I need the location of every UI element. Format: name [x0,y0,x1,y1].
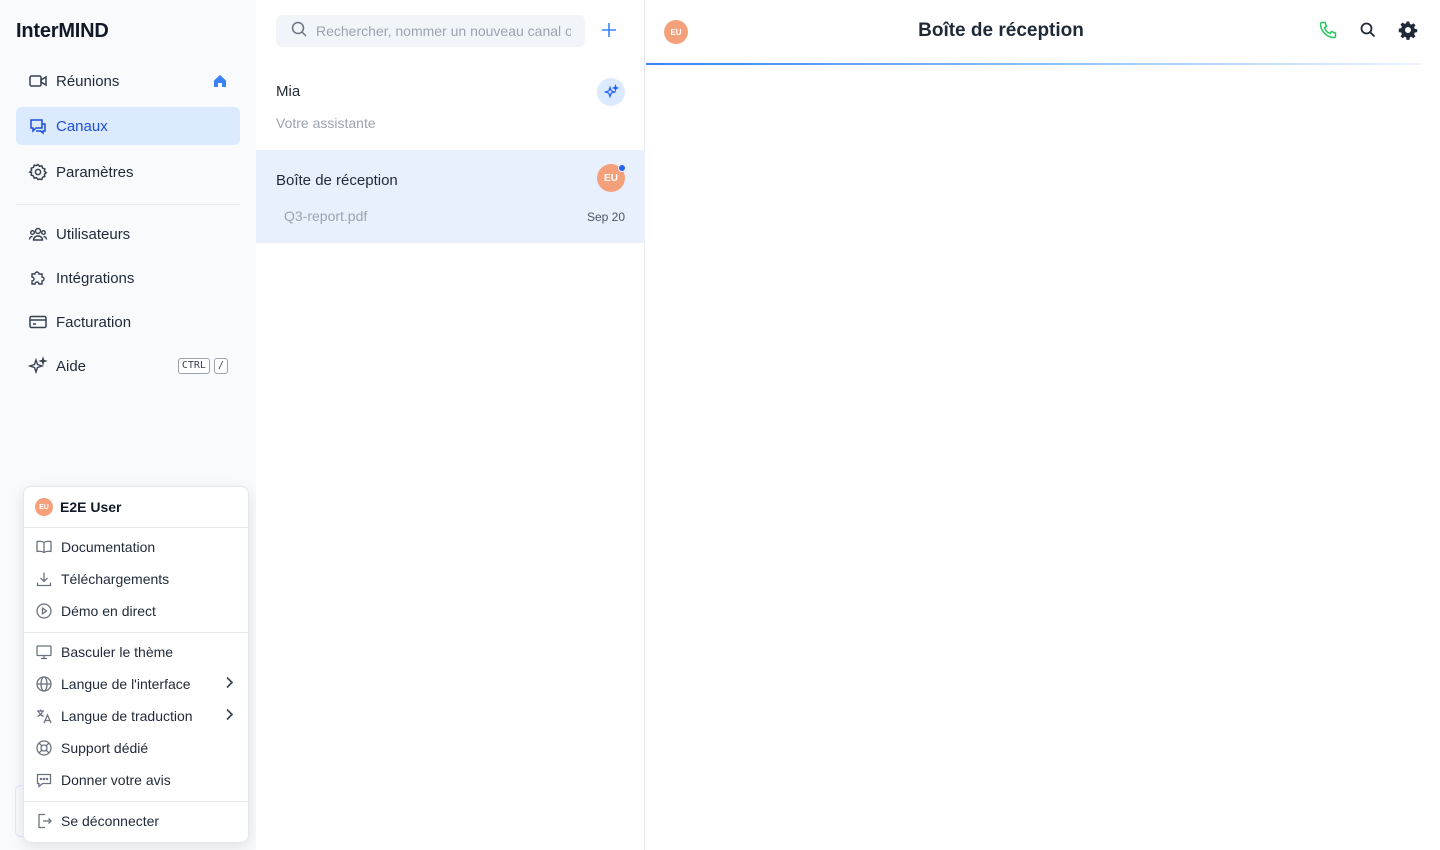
sidebar-item-label: Intégrations [56,269,135,287]
search-icon [290,20,308,43]
play-circle-icon [35,602,53,620]
menu-separator [24,801,248,802]
sidebar-item-label: Utilisateurs [56,225,131,243]
channel-title: Boîte de réception [276,172,398,189]
logout-icon [35,812,53,830]
phone-icon [1318,20,1338,45]
user-name: E2E User [60,499,122,515]
menu-item-label: Documentation [61,539,156,555]
menu-item-translation-language[interactable]: Langue de traduction [24,700,248,732]
loading-bar [646,63,1421,65]
download-icon [35,570,53,588]
book-icon [35,538,53,556]
sidebar-item-label: Réunions [56,72,120,90]
globe-icon [35,675,53,693]
channel-title: Mia [276,83,301,100]
user-menu-header: EU E2E User [24,487,248,528]
channel-item-inbox[interactable]: Boîte de réception Q3-report.pdf Sep 20 … [256,150,645,243]
credit-card-icon [28,312,48,332]
sidebar-item-settings[interactable]: Paramètres [16,153,240,191]
menu-item-label: Téléchargements [61,571,170,587]
menu-item-label: Donner votre avis [61,772,171,788]
sidebar-item-label: Paramètres [56,163,134,181]
gear-icon [28,162,48,182]
video-icon [28,71,48,91]
lifebuoy-icon [35,739,53,757]
users-icon [28,224,48,244]
channel-subtitle: Votre assistante [276,115,376,131]
sidebar-item-help[interactable]: Aide CTRL / [16,347,240,385]
page-title: Boîte de réception [918,20,1084,41]
sidebar-item-label: Facturation [56,313,132,331]
call-button[interactable] [1316,20,1340,44]
monitor-icon [35,643,53,661]
menu-item-label: Langue de traduction [61,708,193,724]
search-messages-button[interactable] [1356,20,1380,44]
sidebar-item-label: Canaux [56,117,108,135]
channel-date: Sep 20 [586,210,625,224]
keyboard-shortcut: CTRL / [177,358,228,374]
conversation-panel: EU Boîte de réception [646,0,1440,850]
sidebar-item-billing[interactable]: Facturation [16,303,240,341]
menu-item-label: Langue de l'interface [61,676,191,692]
unread-indicator [618,164,626,172]
chat-icon [28,116,48,136]
new-channel-button[interactable] [598,21,620,43]
sidebar-item-label: Aide [56,357,87,375]
menu-item-label: Se déconnecter [61,813,160,829]
home-icon [212,73,228,89]
menu-item-live-demo[interactable]: Démo en direct [24,595,248,627]
sidebar-item-meetings[interactable]: Réunions [16,62,240,100]
conversation-header: EU Boîte de réception [646,0,1440,64]
translate-icon [35,707,53,725]
channel-item-mia[interactable]: Mia Votre assistante [256,64,645,150]
menu-item-documentation[interactable]: Documentation [24,531,248,563]
menu-item-feedback[interactable]: Donner votre avis [24,764,248,796]
sidebar-divider [16,204,240,205]
puzzle-icon [28,268,48,288]
shortcut-key-slash: / [213,358,228,374]
avatar: EU [35,498,53,516]
sidebar-item-integrations[interactable]: Intégrations [16,259,240,297]
menu-item-interface-language[interactable]: Langue de l'interface [24,668,248,700]
menu-item-label: Support dédié [61,740,149,756]
feedback-icon [35,771,53,789]
sidebar-item-users[interactable]: Utilisateurs [16,215,240,253]
channel-settings-button[interactable] [1396,20,1420,44]
channel-last-message: Q3-report.pdf [284,208,368,224]
menu-item-label: Démo en direct [61,603,156,619]
menu-item-label: Basculer le thème [61,644,174,660]
gear-icon [1398,20,1418,45]
plus-icon [600,21,618,44]
channel-search [276,15,585,47]
search-icon [1359,21,1377,44]
sidebar-item-channels[interactable]: Canaux [16,107,240,145]
app-logo: InterMIND [16,20,109,42]
menu-item-dedicated-support[interactable]: Support dédié [24,732,248,764]
shortcut-key-ctrl: CTRL [177,358,210,374]
menu-item-toggle-theme[interactable]: Basculer le thème [24,636,248,668]
chevron-right-icon [224,676,234,693]
chevron-right-icon [224,708,234,725]
menu-item-downloads[interactable]: Téléchargements [24,563,248,595]
user-menu: EU E2E User Documentation Téléchargement… [23,486,249,843]
menu-separator [24,632,248,633]
channel-list-panel: Mia Votre assistante Boîte de réception … [256,0,645,850]
sparkles-icon [28,356,48,376]
ai-assistant-icon [597,78,625,106]
menu-item-logout[interactable]: Se déconnecter [24,805,248,837]
search-input[interactable] [316,23,571,39]
